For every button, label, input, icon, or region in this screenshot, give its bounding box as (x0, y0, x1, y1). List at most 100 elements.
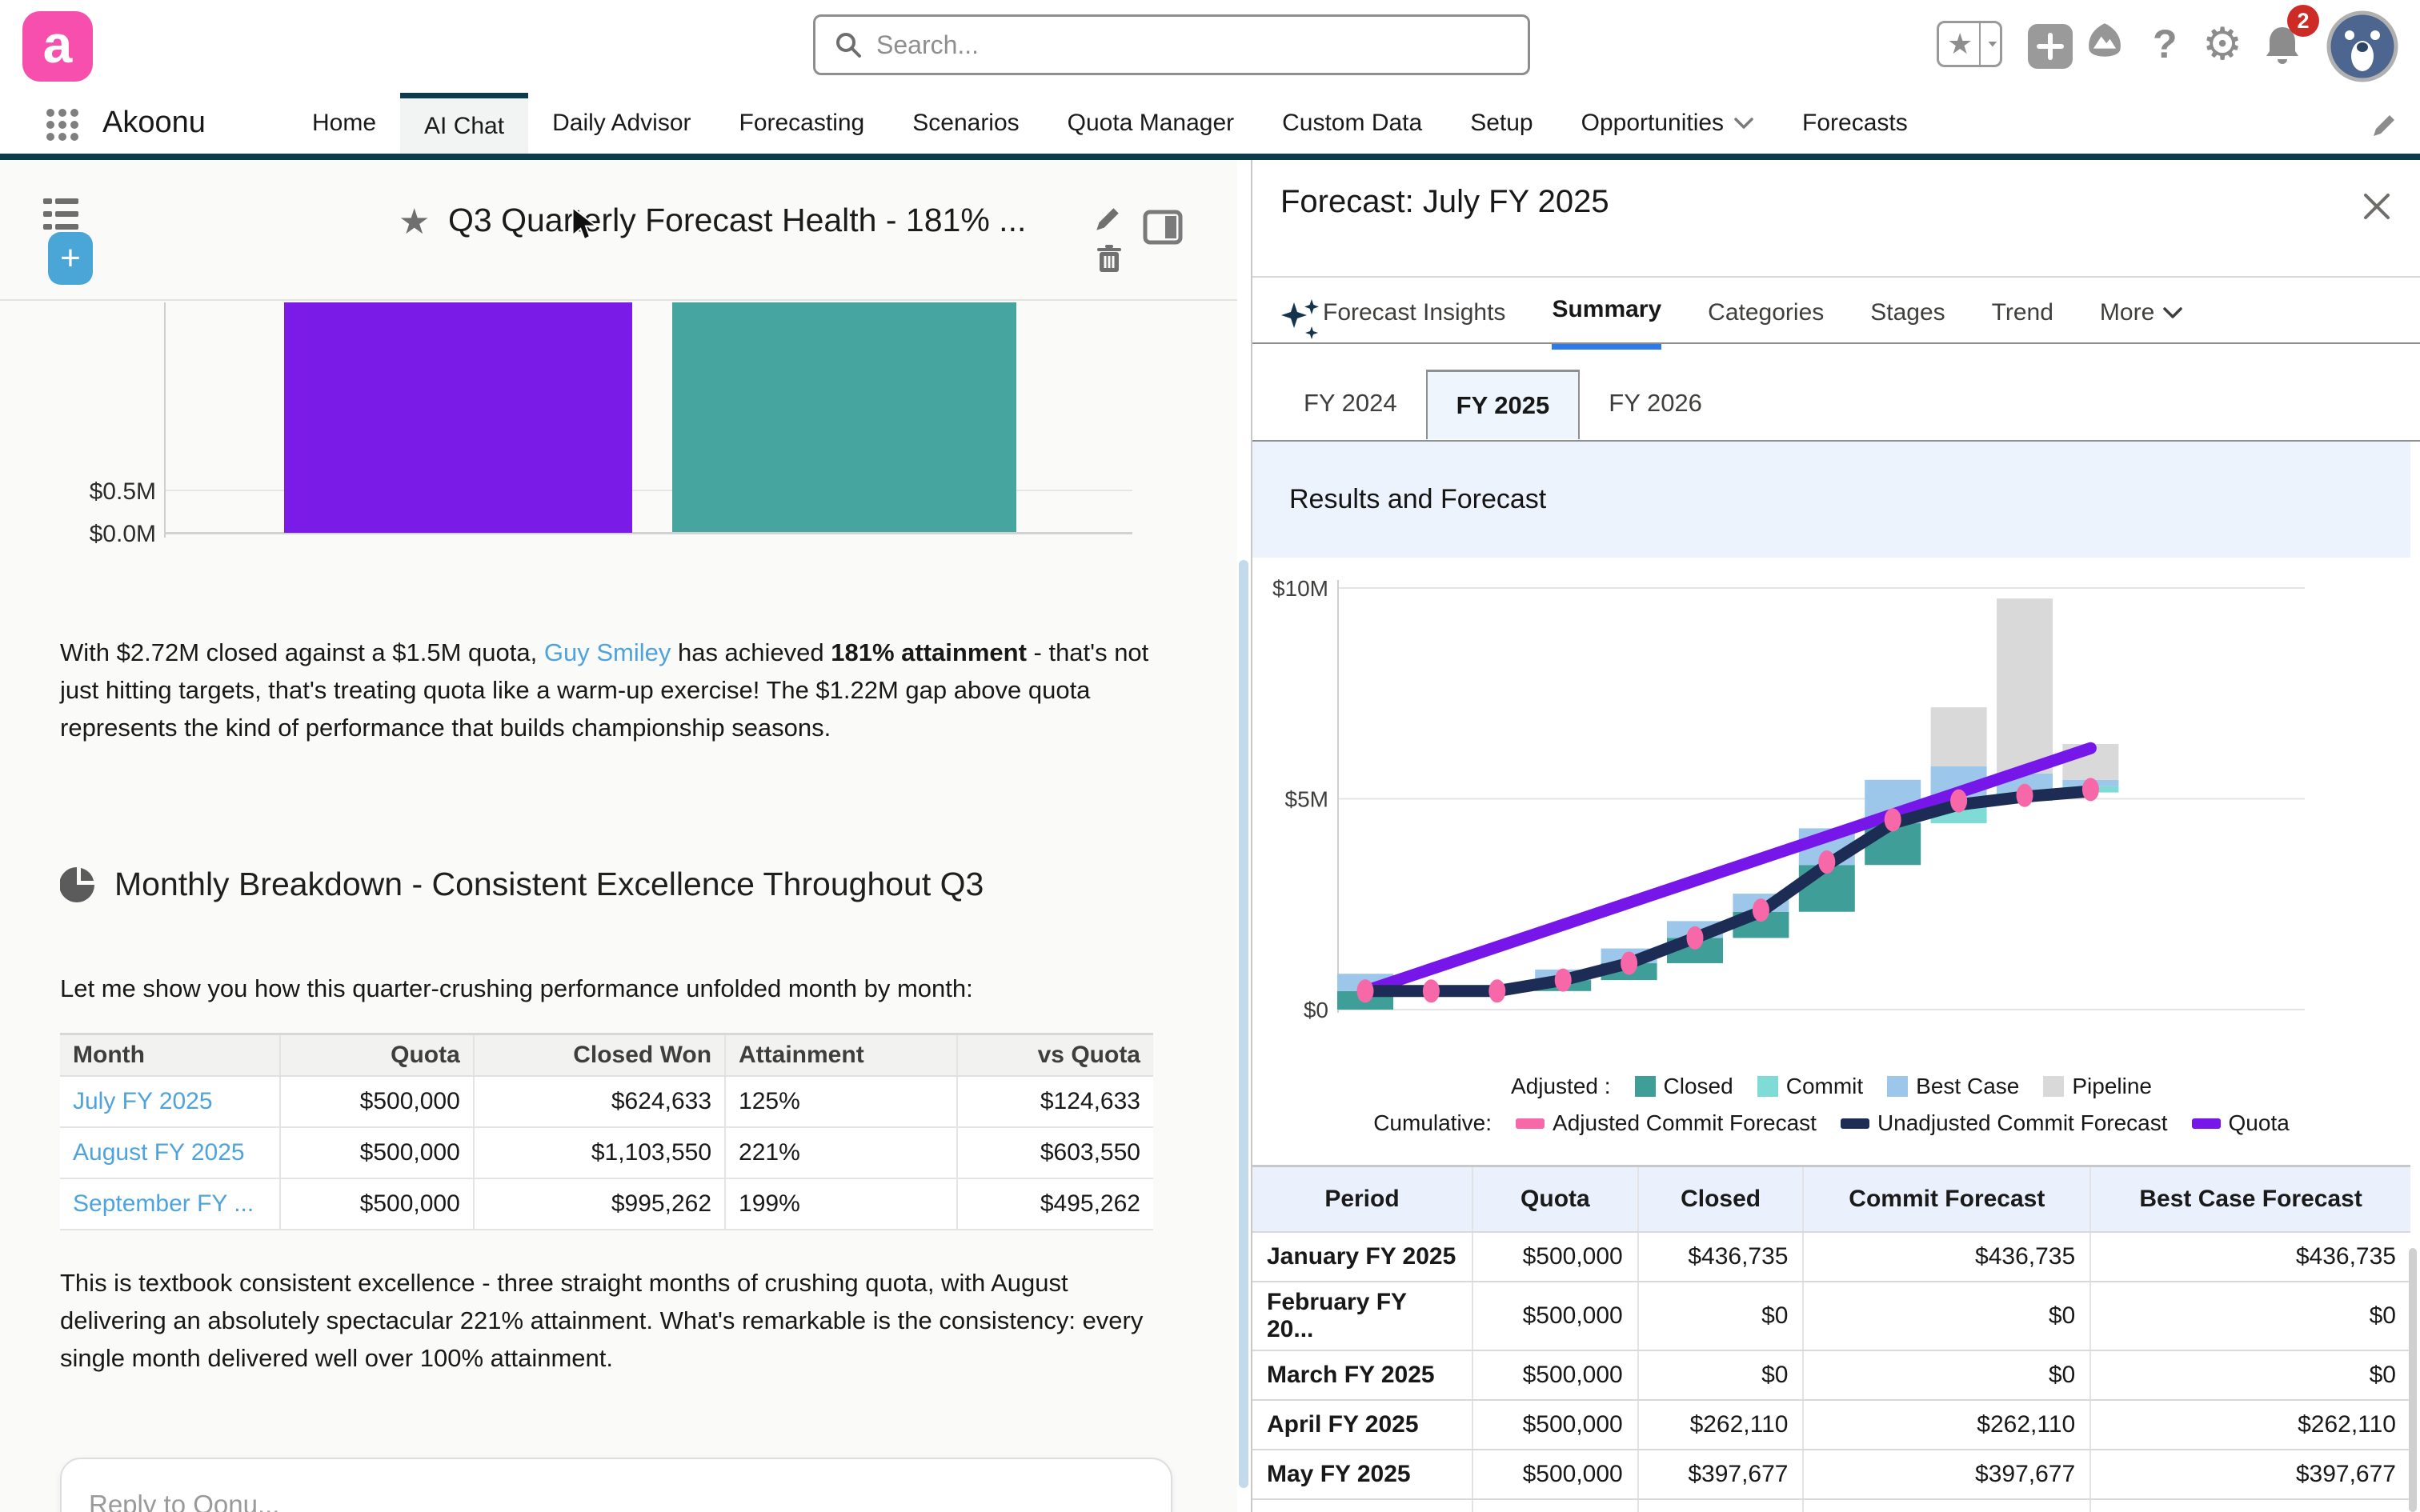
nav-tab-label: Custom Data (1282, 110, 1422, 137)
tab-stages[interactable]: Stages (1870, 296, 1945, 350)
q3-performance-chart: $0.5M $0.0M Q3 Performance (0, 302, 1237, 550)
consistency-paragraph: This is textbook consistent excellence -… (60, 1264, 1156, 1377)
value-cell: $397,677 (1803, 1450, 2090, 1499)
value-cell: $0 (2090, 1282, 2410, 1350)
nav-tab-label: Home (312, 110, 376, 137)
toggle-side-panel-icon[interactable] (1143, 210, 1183, 245)
period-link[interactable]: August FY 2025 (60, 1127, 280, 1178)
value-cell: $495,262 (957, 1178, 1153, 1230)
attainment-bold: 181% attainment (831, 638, 1027, 666)
nav-tab-ai-chat[interactable]: AI Chat (400, 93, 528, 154)
app-launcher-waffle-icon[interactable] (45, 107, 80, 142)
period-link[interactable]: September FY ... (60, 1178, 280, 1230)
tab-label: Forecast Insights (1323, 299, 1505, 326)
chat-title: Q3 Quarterly Forecast Health - 181% ... (448, 202, 1026, 239)
adjusted-commit-dot (1753, 898, 1769, 922)
tab-trend[interactable]: Trend (1992, 296, 2053, 350)
value-cell: $500,000 (1472, 1400, 1638, 1450)
nav-tab-setup[interactable]: Setup (1446, 93, 1557, 154)
nav-tab-label: Daily Advisor (552, 110, 691, 137)
legend-adjusted-row: Adjusted :ClosedCommitBest CasePipeline (1511, 1074, 2152, 1099)
legend-cumulative-row: Cumulative: Adjusted Commit Forecast Unadj… (1373, 1110, 2290, 1136)
legend-item-unadjusted-commit-forecast: Unadjusted Commit Forecast (1841, 1110, 2168, 1136)
table-intro-text: Let me show you how this quarter-crushin… (60, 970, 1156, 1007)
conversation-list-icon[interactable] (42, 195, 80, 234)
tab-categories[interactable]: Categories (1708, 296, 1824, 350)
column-header-quota: Quota (280, 1034, 474, 1077)
pie-chart-icon (60, 866, 97, 903)
nav-tab-home[interactable]: Home (288, 93, 400, 154)
column-header-quota: Quota (1472, 1166, 1638, 1232)
paragraph-text: has achieved (671, 638, 831, 666)
nav-tab-forecasting[interactable]: Forecasting (715, 93, 889, 154)
y-axis-tick: $10M (1272, 576, 1328, 601)
nav-tab-scenarios[interactable]: Scenarios (888, 93, 1043, 154)
legend-group-label: Cumulative: (1373, 1110, 1492, 1136)
setup-gear-icon[interactable]: ⚙ (2202, 18, 2242, 70)
header-divider (1252, 276, 2420, 278)
close-panel-icon[interactable] (2361, 190, 2393, 222)
tab-label: Trend (1992, 299, 2053, 326)
results-forecast-chart[interactable]: $0$5M$10M (1252, 560, 2420, 1076)
forecast-scrollbar-thumb[interactable] (2409, 1248, 2417, 1512)
year-tab-fy-2024[interactable]: FY 2024 (1275, 370, 1426, 439)
column-header-closed: Closed (1638, 1166, 1804, 1232)
legend-item-adjusted-commit-forecast: Adjusted Commit Forecast (1516, 1110, 1817, 1136)
nav-tab-forecasts[interactable]: Forecasts (1778, 93, 1932, 154)
value-cell: $124,633 (957, 1076, 1153, 1127)
search-input[interactable] (875, 30, 1483, 61)
column-header-vs-quota: vs Quota (957, 1034, 1153, 1077)
table-row: February FY 20...$500,000$0$0$0 (1252, 1282, 2410, 1350)
tab-summary[interactable]: Summary (1552, 296, 1661, 350)
forecast-summary-table: PeriodQuotaClosedCommit ForecastBest Cas… (1252, 1165, 2410, 1512)
tab-more[interactable]: More (2100, 296, 2183, 350)
delete-chat-trash-icon[interactable] (1096, 245, 1122, 274)
user-avatar[interactable] (2326, 10, 2399, 83)
year-tab-fy-2025[interactable]: FY 2025 (1426, 370, 1581, 439)
legend-label: Quota (2229, 1110, 2290, 1136)
legend-label: Unadjusted Commit Forecast (1877, 1110, 2168, 1136)
y-axis-tick: $0 (1304, 998, 1328, 1022)
edit-title-pencil-icon[interactable] (1093, 205, 1122, 234)
legend-item-pipeline: Pipeline (2043, 1074, 2152, 1099)
reply-composer[interactable]: Reply to Oonu... Deep Dive Include Visua… (60, 1458, 1172, 1512)
trailhead-icon[interactable] (2084, 21, 2126, 62)
adjusted-commit-dot (1488, 979, 1505, 1002)
period-link[interactable]: July FY 2025 (60, 1076, 280, 1127)
year-tab-fy-2026[interactable]: FY 2026 (1580, 370, 1731, 439)
nav-tab-custom-data[interactable]: Custom Data (1258, 93, 1446, 154)
favorites-button[interactable]: ★ (1937, 21, 2002, 67)
global-search[interactable] (813, 14, 1530, 75)
value-cell: $1,103,550 (474, 1127, 725, 1178)
nav-tab-daily-advisor[interactable]: Daily Advisor (528, 93, 715, 154)
bar-segment-pipeline (1997, 598, 2053, 774)
create-new-button[interactable] (2028, 24, 2073, 69)
period-cell: February FY 20... (1252, 1282, 1472, 1350)
reply-input[interactable]: Reply to Oonu... (89, 1490, 279, 1512)
attainment-paragraph: With $2.72M closed against a $1.5M quota… (60, 634, 1156, 746)
column-header-commit-forecast: Commit Forecast (1803, 1166, 2090, 1232)
tab-underline (1252, 342, 2420, 344)
tab-forecast-insights[interactable]: Forecast Insights (1323, 296, 1505, 350)
adjusted-commit-dot (1423, 979, 1440, 1002)
quota-bar[interactable] (672, 302, 1016, 532)
nav-tab-opportunities[interactable]: Opportunities (1557, 93, 1778, 154)
table-row: August FY 2025$500,000$1,103,550221%$603… (60, 1127, 1153, 1178)
guy-smiley-link[interactable]: Guy Smiley (544, 638, 671, 666)
period-cell: March FY 2025 (1252, 1350, 1472, 1400)
y-axis-line (164, 302, 166, 538)
ai-chat-panel: + ★ Q3 Quarterly Forecast Health - 181% … (0, 160, 1237, 1512)
edit-nav-pencil-icon[interactable] (2370, 112, 2398, 139)
nav-tab-label: AI Chat (424, 113, 504, 140)
value-cell: $500,000 (280, 1178, 474, 1230)
nav-tab-quota-manager[interactable]: Quota Manager (1044, 93, 1258, 154)
tab-label: More (2100, 299, 2154, 326)
legend-item-commit: Commit (1757, 1074, 1863, 1099)
closed-won-bar[interactable] (284, 302, 632, 533)
new-chat-button[interactable]: + (48, 232, 93, 285)
help-icon[interactable]: ? (2153, 21, 2178, 67)
forecast-detail-panel: Forecast: July FY 2025 Forecast Insights… (1252, 160, 2420, 1512)
legend-swatch (1516, 1118, 1545, 1129)
chat-favorite-star-icon[interactable]: ★ (399, 202, 430, 242)
chat-scrollbar-thumb[interactable] (1239, 560, 1248, 1488)
